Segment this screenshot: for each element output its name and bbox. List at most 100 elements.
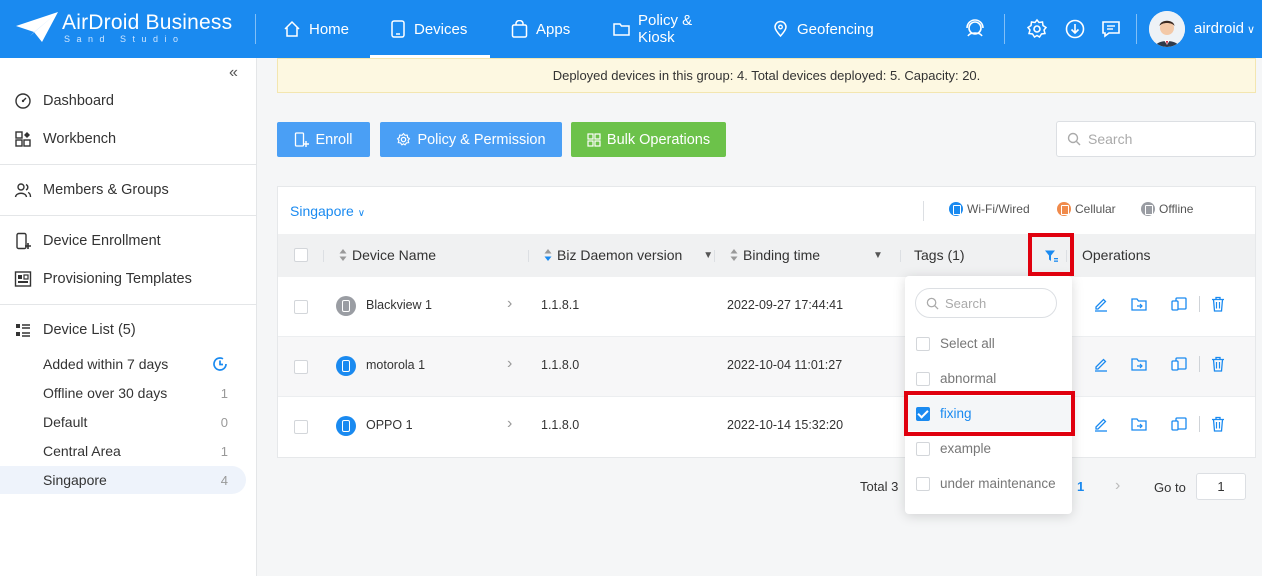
table-row[interactable]: OPPO 1 › 1.1.8.0 2022-10-14 15:32:20 xyxy=(278,397,1255,457)
group-singapore[interactable]: Singapore 4 xyxy=(0,466,246,494)
bulk-operations-button[interactable]: Bulk Operations xyxy=(571,122,726,157)
sidebar-item-device-list[interactable]: Device List (5) xyxy=(14,319,136,341)
tag-option-select-all[interactable]: Select all xyxy=(905,326,1072,361)
clock-refresh-icon xyxy=(213,357,227,371)
device-name[interactable]: OPPO 1 xyxy=(366,418,413,432)
legend-label: Offline xyxy=(1159,202,1194,216)
pager-current-page[interactable]: 1 xyxy=(1077,479,1084,494)
policy-permission-button[interactable]: Policy & Permission xyxy=(380,122,562,157)
device-search-input[interactable]: Search xyxy=(1056,121,1256,157)
apps-bag-icon xyxy=(511,20,528,38)
column-biz-daemon[interactable]: Biz Daemon version ▼ xyxy=(544,247,713,263)
sidebar-item-dashboard[interactable]: Dashboard xyxy=(14,90,114,112)
nav-apps[interactable]: Apps xyxy=(511,0,571,58)
tag-search-input[interactable]: Search xyxy=(915,288,1057,318)
brand-name: AirDroid Business xyxy=(62,11,233,34)
group-label: Singapore xyxy=(43,472,107,488)
caret-down-icon[interactable]: ▼ xyxy=(703,250,713,261)
pager-total: Total 3 xyxy=(860,479,899,494)
chevron-right-icon[interactable]: › xyxy=(507,355,512,373)
row-operations xyxy=(1093,296,1226,312)
tag-option-under-maintenance[interactable]: under maintenance xyxy=(905,466,1072,501)
wifi-device-icon xyxy=(336,356,356,376)
group-central-area[interactable]: Central Area 1 xyxy=(0,437,246,465)
checkbox[interactable] xyxy=(294,248,308,262)
sidebar-item-provisioning-templates[interactable]: Provisioning Templates xyxy=(14,268,192,290)
row-checkbox[interactable] xyxy=(294,420,308,434)
group-default[interactable]: Default 0 xyxy=(0,408,246,436)
row-checkbox[interactable] xyxy=(294,360,308,374)
caret-down-icon[interactable]: ▼ xyxy=(873,250,883,261)
group-selector[interactable]: Singapore ∨ xyxy=(290,203,365,219)
column-device-name[interactable]: Device Name xyxy=(339,247,436,263)
group-offline-over-30-days[interactable]: Offline over 30 days 1 xyxy=(0,379,246,407)
nav-devices[interactable]: Devices xyxy=(370,0,490,58)
gear-icon xyxy=(397,132,411,146)
sort-icon[interactable] xyxy=(730,248,738,262)
group-label: Central Area xyxy=(43,443,121,459)
divider xyxy=(714,250,715,262)
checkbox[interactable] xyxy=(916,476,930,491)
legend-offline: Offline xyxy=(1141,202,1193,216)
message-icon[interactable] xyxy=(1099,17,1123,41)
nav-policy-kiosk[interactable]: Policy & Kiosk xyxy=(613,0,728,58)
trash-icon[interactable] xyxy=(1210,416,1226,432)
column-label: Biz Daemon version xyxy=(557,247,683,263)
template-icon xyxy=(14,271,32,287)
sidebar: « Dashboard Workbench Members & Groups D… xyxy=(0,58,257,576)
tag-option-example[interactable]: example xyxy=(905,431,1072,466)
download-icon[interactable] xyxy=(1063,17,1087,41)
sidebar-item-members-groups[interactable]: Members & Groups xyxy=(14,179,169,201)
table-row[interactable]: motorola 1 › 1.1.8.0 2022-10-04 11:01:27 xyxy=(278,337,1255,397)
pager-next-icon[interactable]: › xyxy=(1115,477,1120,495)
move-folder-icon[interactable] xyxy=(1131,416,1149,432)
support-agent-icon[interactable] xyxy=(963,17,987,41)
remote-control-icon[interactable] xyxy=(1171,296,1189,312)
remote-control-icon[interactable] xyxy=(1171,416,1189,432)
sort-icon[interactable] xyxy=(339,248,347,262)
trash-icon[interactable] xyxy=(1210,296,1226,312)
username: airdroid xyxy=(1194,20,1245,37)
move-folder-icon[interactable] xyxy=(1131,296,1149,312)
brand-subtitle: Sand Studio xyxy=(64,34,185,44)
select-all-checkbox[interactable] xyxy=(294,248,308,262)
bulk-operations-label: Bulk Operations xyxy=(606,131,711,148)
chevron-right-icon[interactable]: › xyxy=(507,415,512,433)
map-pin-icon xyxy=(774,20,787,38)
avatar[interactable] xyxy=(1149,11,1185,47)
table-row[interactable]: Blackview 1 › 1.1.8.1 2022-09-27 17:44:4… xyxy=(278,277,1255,337)
edit-icon[interactable] xyxy=(1093,416,1109,432)
daemon-version: 1.1.8.1 xyxy=(541,298,580,312)
edit-icon[interactable] xyxy=(1093,356,1109,372)
chevron-right-icon[interactable]: › xyxy=(507,295,512,313)
group-added-within-7-days[interactable]: Added within 7 days xyxy=(0,350,246,378)
remote-control-icon[interactable] xyxy=(1171,356,1189,372)
checkbox[interactable] xyxy=(916,336,930,351)
gear-icon[interactable] xyxy=(1025,17,1049,41)
user-menu[interactable]: airdroid ∨ xyxy=(1194,20,1255,37)
sidebar-item-device-enrollment[interactable]: Device Enrollment xyxy=(14,230,161,252)
table-header: Device Name Biz Daemon version ▼ Binding… xyxy=(278,234,1255,277)
airdroid-logo[interactable]: AirDroid Business Sand Studio xyxy=(16,10,241,48)
checkbox[interactable] xyxy=(916,371,930,386)
edit-icon[interactable] xyxy=(1093,296,1109,312)
row-checkbox[interactable] xyxy=(294,300,308,314)
trash-icon[interactable] xyxy=(1210,356,1226,372)
goto-page-input[interactable]: 1 xyxy=(1196,473,1246,500)
device-name[interactable]: Blackview 1 xyxy=(366,298,432,312)
device-name[interactable]: motorola 1 xyxy=(366,358,425,372)
nav-home[interactable]: Home xyxy=(283,0,353,58)
move-folder-icon[interactable] xyxy=(1131,356,1149,372)
nav-geofencing[interactable]: Geofencing xyxy=(772,0,874,58)
column-label: Binding time xyxy=(743,247,821,263)
divider xyxy=(923,201,924,221)
enroll-button[interactable]: Enroll xyxy=(277,122,370,157)
deployment-notice: Deployed devices in this group: 4. Total… xyxy=(277,58,1256,93)
column-binding-time[interactable]: Binding time ▼ xyxy=(730,247,883,263)
sidebar-item-workbench[interactable]: Workbench xyxy=(14,128,116,150)
legend-label: Wi-Fi/Wired xyxy=(967,202,1030,216)
collapse-sidebar-icon[interactable]: « xyxy=(229,64,238,82)
sidebar-item-label: Workbench xyxy=(43,131,117,147)
checkbox[interactable] xyxy=(916,441,930,456)
sort-icon[interactable] xyxy=(544,248,552,262)
